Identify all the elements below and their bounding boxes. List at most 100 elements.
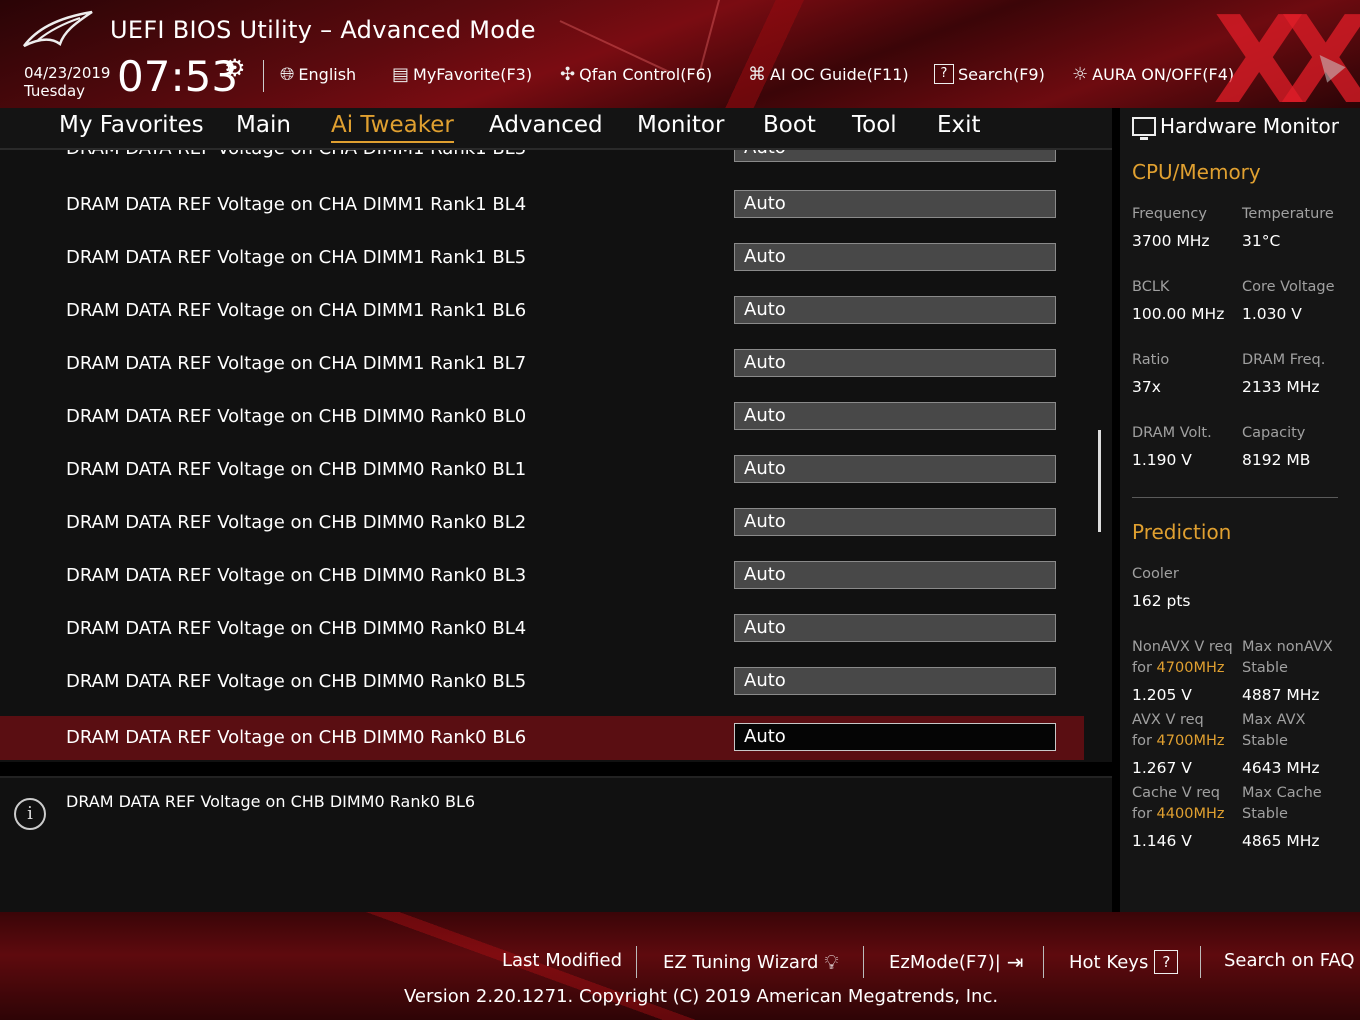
myfavorite-button[interactable]: ▤ MyFavorite(F3) (392, 64, 532, 85)
stable-text: Stable (1242, 806, 1288, 822)
max-cache-value: 4865 MHz (1242, 832, 1320, 850)
setting-label: DRAM DATA REF Voltage on CHA DIMM1 Rank1… (66, 247, 527, 268)
setting-value-dropdown[interactable]: Auto (734, 349, 1056, 377)
setting-value-dropdown[interactable]: Auto (734, 150, 1056, 162)
tab-exit[interactable]: Exit (937, 112, 981, 138)
version-copyright: Version 2.20.1271. Copyright (C) 2019 Am… (404, 986, 999, 1007)
setting-row[interactable]: DRAM DATA REF Voltage on CHA DIMM1 Rank1… (0, 289, 1084, 333)
hardware-monitor-title[interactable]: Hardware Monitor (1132, 114, 1339, 140)
max-nonavx-label: Max nonAVX Stable (1242, 637, 1333, 679)
ratio-label: Ratio (1132, 352, 1170, 368)
ez-tuning-wizard-button[interactable]: EZ Tuning Wizard 💡︎ (663, 950, 838, 974)
gear-icon[interactable]: ⚙ (224, 54, 246, 82)
clock-display: 07:53 (117, 52, 239, 101)
setting-row[interactable]: DRAM DATA REF Voltage on CHA DIMM1 Rank1… (0, 236, 1084, 280)
setting-label: DRAM DATA REF Voltage on CHB DIMM0 Rank0… (66, 512, 527, 533)
setting-row[interactable]: DRAM DATA REF Voltage on CHB DIMM0 Rank0… (0, 660, 1084, 704)
setting-row[interactable]: DRAM DATA REF Voltage on CHA DIMM1 Rank1… (0, 150, 1084, 171)
nonavx-label-line: NonAVX V req (1132, 639, 1233, 655)
stable-text: Stable (1242, 660, 1288, 676)
qfan-control-button[interactable]: ✣ Qfan Control(F6) (560, 64, 712, 85)
dram-freq-label: DRAM Freq. (1242, 352, 1326, 368)
max-avx-label: Max AVX Stable (1242, 710, 1305, 752)
cache-freq: 4400MHz (1156, 806, 1225, 822)
setting-label: DRAM DATA REF Voltage on CHB DIMM0 Rank0… (66, 671, 527, 692)
setting-value-dropdown[interactable]: Auto (734, 614, 1056, 642)
setting-row[interactable]: DRAM DATA REF Voltage on CHB DIMM0 Rank0… (0, 448, 1084, 492)
setting-label: DRAM DATA REF Voltage on CHA DIMM1 Rank1… (66, 150, 526, 159)
setting-row[interactable]: DRAM DATA REF Voltage on CHA DIMM1 Rank1… (0, 183, 1084, 227)
date-display: 04/23/2019 Tuesday (24, 64, 110, 100)
globe-icon: 🌐︎ (280, 64, 295, 85)
aura-button[interactable]: ☼ AURA ON/OFF(F4) (1072, 64, 1234, 85)
setting-value-dropdown[interactable]: Auto (734, 243, 1056, 271)
setting-row[interactable]: DRAM DATA REF Voltage on CHB DIMM0 Rank0… (0, 395, 1084, 439)
setting-label: DRAM DATA REF Voltage on CHA DIMM1 Rank1… (66, 300, 527, 321)
hot-keys-button[interactable]: Hot Keys ? (1069, 950, 1179, 974)
footer-bar: Last Modified EZ Tuning Wizard 💡︎ EzMode… (0, 912, 1360, 1020)
setting-row-selected[interactable]: DRAM DATA REF Voltage on CHB DIMM0 Rank0… (0, 716, 1084, 760)
decor-streak (699, 0, 779, 72)
setting-row[interactable]: DRAM DATA REF Voltage on CHA DIMM1 Rank1… (0, 342, 1084, 386)
tab-tool[interactable]: Tool (852, 112, 897, 138)
setting-value-dropdown[interactable]: Auto (734, 402, 1056, 430)
ai-oc-guide-label: AI OC Guide(F11) (770, 65, 909, 84)
setting-value-dropdown[interactable]: Auto (734, 561, 1056, 589)
search-button[interactable]: ? Search(F9) (934, 64, 1045, 84)
avx-label-line: AVX V req (1132, 712, 1204, 728)
max-cache-label: Max Cache Stable (1242, 783, 1322, 825)
capacity-label: Capacity (1242, 425, 1306, 441)
hardware-monitor-label: Hardware Monitor (1160, 114, 1339, 138)
max-nonavx-label-line: Max nonAVX (1242, 639, 1333, 655)
setting-row[interactable]: DRAM DATA REF Voltage on CHB DIMM0 Rank0… (0, 607, 1084, 651)
core-voltage-label: Core Voltage (1242, 279, 1335, 295)
dram-volt-value: 1.190 V (1132, 451, 1192, 469)
language-button[interactable]: 🌐︎ English (280, 64, 356, 85)
avx-vreq-label: AVX V req for 4700MHz (1132, 710, 1224, 752)
max-avx-value: 4643 MHz (1242, 759, 1320, 777)
setting-row[interactable]: DRAM DATA REF Voltage on CHB DIMM0 Rank0… (0, 554, 1084, 598)
setting-row[interactable]: DRAM DATA REF Voltage on CHB DIMM0 Rank0… (0, 501, 1084, 545)
stable-text: Stable (1242, 733, 1288, 749)
ratio-value: 37x (1132, 378, 1161, 396)
lightbulb-icon: 💡︎ (824, 950, 839, 974)
setting-value-dropdown[interactable]: Auto (734, 723, 1056, 751)
dram-freq-value: 2133 MHz (1242, 378, 1320, 396)
setting-label: DRAM DATA REF Voltage on CHB DIMM0 Rank0… (66, 406, 527, 427)
last-modified-button[interactable]: Last Modified (502, 950, 622, 971)
language-label: English (298, 65, 357, 84)
setting-value-dropdown[interactable]: Auto (734, 508, 1056, 536)
setting-value-dropdown[interactable]: Auto (734, 296, 1056, 324)
fan-icon: ✣ (560, 64, 576, 85)
header-bar: UEFI BIOS Utility – Advanced Mode 04/23/… (0, 0, 1360, 108)
info-icon: i (14, 798, 46, 830)
setting-value-dropdown[interactable]: Auto (734, 667, 1056, 695)
nonavx-freq: 4700MHz (1156, 660, 1225, 676)
divider (1043, 946, 1044, 978)
setting-value-dropdown[interactable]: Auto (734, 190, 1056, 218)
ai-oc-guide-button[interactable]: ⌘ AI OC Guide(F11) (748, 64, 909, 85)
prediction-heading: Prediction (1132, 520, 1232, 544)
bclk-value: 100.00 MHz (1132, 305, 1225, 323)
ez-tuning-wizard-label: EZ Tuning Wizard (663, 951, 819, 973)
tab-boot[interactable]: Boot (763, 112, 816, 138)
setting-value-dropdown[interactable]: Auto (734, 455, 1056, 483)
ezmode-label: EzMode(F7)| (889, 951, 1001, 973)
ezmode-button[interactable]: EzMode(F7)| ⇥ (889, 950, 1024, 974)
tab-my-favorites[interactable]: My Favorites (59, 112, 204, 138)
frequency-value: 3700 MHz (1132, 232, 1210, 250)
search-faq-button[interactable]: Search on FAQ (1224, 950, 1355, 971)
for-text: for (1132, 733, 1152, 749)
tab-monitor[interactable]: Monitor (637, 112, 724, 138)
monitor-icon (1132, 116, 1156, 140)
section-divider (1132, 497, 1338, 498)
setting-label: DRAM DATA REF Voltage on CHB DIMM0 Rank0… (66, 727, 527, 748)
hardware-monitor-panel: Hardware Monitor CPU/Memory Frequency Te… (1120, 108, 1360, 912)
scrollbar-thumb[interactable] (1098, 430, 1101, 532)
tab-advanced[interactable]: Advanced (489, 112, 603, 138)
setting-label: DRAM DATA REF Voltage on CHA DIMM1 Rank1… (66, 353, 527, 374)
tab-main[interactable]: Main (236, 112, 291, 138)
tab-ai-tweaker[interactable]: Ai Tweaker (331, 112, 454, 143)
setting-label: DRAM DATA REF Voltage on CHA DIMM1 Rank1… (66, 194, 527, 215)
qfan-control-label: Qfan Control(F6) (579, 65, 713, 84)
